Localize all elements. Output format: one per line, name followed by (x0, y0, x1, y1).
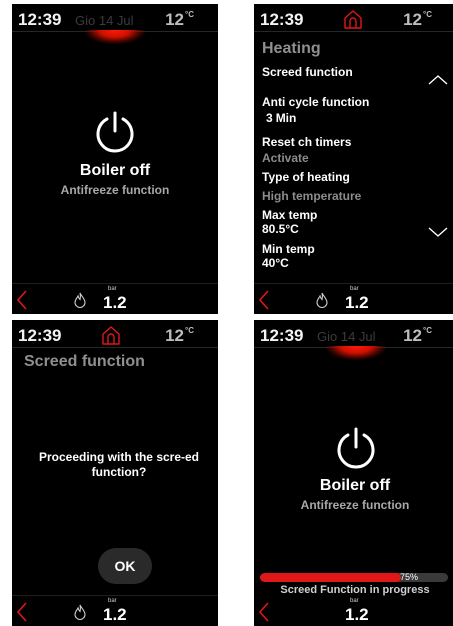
home-icon[interactable] (101, 325, 121, 345)
chevron-up-icon[interactable] (428, 74, 448, 86)
status-bar: 12:39 12°C (254, 4, 453, 32)
divider (12, 347, 218, 348)
menu-item-anti-cycle[interactable]: Anti cycle function (262, 95, 369, 109)
flame-icon (74, 604, 86, 620)
page-title: Screed function (24, 353, 145, 370)
pressure-value: 1.2 (345, 605, 369, 624)
menu-value-anti-cycle: 3 Min (266, 111, 296, 125)
temp-unit: °C (423, 326, 432, 335)
bottom-bar: bar 1.2 (12, 283, 218, 314)
menu-value-max-temp: 80.5°C (262, 222, 299, 236)
outdoor-temp: 12°C (403, 10, 432, 30)
screen-heating-menu: 12:39 12°C Heating Screed function Anti … (254, 4, 453, 314)
clock: 12:39 (18, 10, 62, 29)
outdoor-temp: 12°C (403, 326, 432, 346)
status-bar: 12:39 12°C (12, 320, 218, 348)
status-bar: 12:39 Gio 14 Jul 12°C (254, 320, 453, 348)
pressure-unit: bar (350, 598, 359, 604)
menu-item-max-temp[interactable]: Max temp (262, 208, 317, 222)
status-indicator-glow (326, 346, 386, 360)
menu-heading: Heating (262, 40, 321, 57)
temp-unit: °C (423, 10, 432, 19)
temp-unit: °C (185, 10, 194, 19)
date-label: Gio 14 Jul (317, 329, 376, 344)
progress-fill (260, 573, 401, 582)
pressure-unit: bar (108, 286, 117, 292)
pressure-unit: bar (108, 598, 117, 604)
pressure-unit: bar (350, 286, 359, 292)
temp-value: 12 (403, 10, 423, 29)
pressure-value: 1.2 (103, 605, 127, 624)
temp-unit: °C (185, 326, 194, 335)
progress-percent: 75% (399, 573, 418, 582)
screen-boiler-off: 12:39 Gio 14 Jul 12°C Boiler off Antifre… (12, 4, 218, 314)
screed-progress-bar: 75% (260, 573, 448, 582)
boiler-status-title: Boiler off (319, 477, 391, 494)
ok-button[interactable]: OK (98, 548, 152, 584)
pressure-value: 1.2 (345, 293, 369, 312)
temp-value: 12 (165, 326, 185, 345)
menu-item-screed-function[interactable]: Screed function (262, 65, 353, 79)
back-icon[interactable] (258, 602, 270, 622)
anti-cycle-unit: Min (275, 111, 297, 125)
screen-screed-progress: 12:39 Gio 14 Jul 12°C Boiler off Antifre… (254, 320, 453, 626)
home-icon[interactable] (343, 9, 363, 29)
status-indicator-glow (85, 30, 145, 44)
screen-screed-confirm: 12:39 12°C Screed function Proceeding wi… (12, 320, 218, 626)
clock: 12:39 (260, 326, 304, 345)
flame-icon (316, 292, 328, 308)
clock: 12:39 (18, 326, 62, 345)
power-icon (96, 111, 134, 153)
bottom-bar: bar 1.2 (254, 283, 453, 314)
status-bar: 12:39 Gio 14 Jul 12°C (12, 4, 218, 32)
confirm-question: Proceeding with the scre-ed function? (38, 450, 200, 479)
boiler-status-title: Boiler off (79, 162, 151, 179)
back-icon[interactable] (258, 290, 270, 310)
chevron-down-icon[interactable] (428, 226, 448, 238)
date-label: Gio 14 Jul (75, 13, 134, 28)
temp-value: 12 (403, 326, 423, 345)
clock: 12:39 (260, 10, 304, 29)
boiler-status-subtitle: Antifreeze function (60, 183, 170, 197)
flame-icon (74, 292, 86, 308)
menu-value-reset-ch-timers: Activate (262, 151, 309, 165)
bottom-bar: bar 1.2 (12, 595, 218, 626)
power-icon (337, 427, 375, 469)
bottom-bar: bar 1.2 (254, 596, 453, 626)
outdoor-temp: 12°C (165, 10, 194, 30)
divider (254, 31, 453, 32)
menu-item-reset-ch-timers[interactable]: Reset ch timers (262, 135, 351, 149)
progress-label: Screed Function in progress (280, 584, 430, 596)
anti-cycle-number: 3 (266, 111, 273, 125)
menu-item-min-temp[interactable]: Min temp (262, 242, 315, 256)
boiler-status-subtitle: Antifreeze function (300, 498, 410, 512)
menu-value-type-of-heating: High temperature (262, 189, 362, 203)
outdoor-temp: 12°C (165, 326, 194, 346)
temp-value: 12 (165, 10, 185, 29)
menu-item-type-of-heating[interactable]: Type of heating (262, 170, 350, 184)
menu-value-min-temp: 40°C (262, 256, 289, 270)
back-icon[interactable] (16, 602, 28, 622)
back-icon[interactable] (16, 290, 28, 310)
pressure-value: 1.2 (103, 293, 127, 312)
